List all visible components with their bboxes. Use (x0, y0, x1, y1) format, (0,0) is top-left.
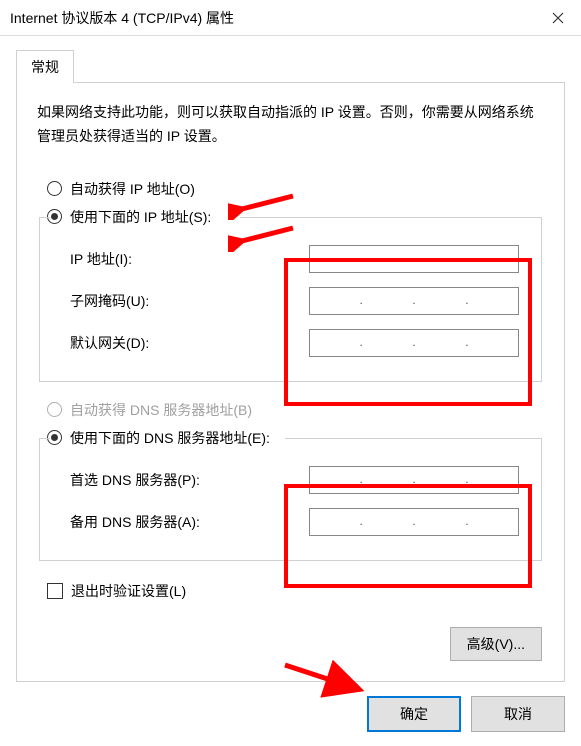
tab-container: 常规 如果网络支持此功能，则可以获取自动指派的 IP 设置。否则，你需要从网络系… (16, 50, 565, 682)
field-label: 默认网关(D): (70, 333, 309, 353)
button-bar: 确定 取消 (0, 682, 581, 746)
ip-fieldset: IP 地址(I): . . . 子网掩码(U): . . (39, 217, 542, 382)
field-label: 子网掩码(U): (70, 291, 309, 311)
window-title: Internet 协议版本 4 (TCP/IPv4) 属性 (10, 8, 234, 28)
field-subnet-mask: 子网掩码(U): . . . (40, 283, 541, 319)
alternate-dns-input[interactable]: . . . (309, 508, 519, 536)
tab-panel-general: 如果网络支持此功能，则可以获取自动指派的 IP 设置。否则，你需要从网络系统管理… (16, 82, 565, 682)
field-label: 备用 DNS 服务器(A): (70, 512, 309, 532)
preferred-dns-input[interactable]: . . . (309, 466, 519, 494)
radio-ip-auto[interactable]: 自动获得 IP 地址(O) (47, 179, 544, 199)
checkbox-icon (47, 583, 63, 599)
advanced-button[interactable]: 高级(V)... (450, 627, 542, 661)
ip-address-input[interactable]: . . . (309, 245, 519, 273)
dns-fieldset: 首选 DNS 服务器(P): . . . 备用 DNS 服务器(A): . . (39, 438, 542, 561)
field-alternate-dns: 备用 DNS 服务器(A): . . . (40, 504, 541, 540)
dns-group: 自动获得 DNS 服务器地址(B) 使用下面的 DNS 服务器地址(E): 首选… (37, 400, 544, 561)
radio-icon (47, 181, 62, 196)
subnet-mask-input[interactable]: . . . (309, 287, 519, 315)
close-icon (552, 12, 564, 24)
radio-dns-auto: 自动获得 DNS 服务器地址(B) (47, 400, 544, 420)
content-area: 常规 如果网络支持此功能，则可以获取自动指派的 IP 设置。否则，你需要从网络系… (0, 36, 581, 682)
radio-label: 自动获得 DNS 服务器地址(B) (70, 400, 252, 420)
radio-icon (47, 402, 62, 417)
ok-button[interactable]: 确定 (367, 696, 461, 732)
ip-group: 自动获得 IP 地址(O) 使用下面的 IP 地址(S): IP 地址(I): … (37, 179, 544, 382)
checkbox-label: 退出时验证设置(L) (71, 581, 186, 601)
close-button[interactable] (535, 0, 581, 36)
field-label: IP 地址(I): (70, 249, 309, 269)
default-gateway-input[interactable]: . . . (309, 329, 519, 357)
radio-label: 自动获得 IP 地址(O) (70, 179, 195, 199)
field-preferred-dns: 首选 DNS 服务器(P): . . . (40, 462, 541, 498)
cancel-button[interactable]: 取消 (471, 696, 565, 732)
field-ip-address: IP 地址(I): . . . (40, 241, 541, 277)
validate-on-exit-checkbox[interactable]: 退出时验证设置(L) (47, 581, 544, 601)
tab-strip: 常规 (16, 50, 565, 82)
field-default-gateway: 默认网关(D): . . . (40, 325, 541, 361)
intro-text: 如果网络支持此功能，则可以获取自动指派的 IP 设置。否则，你需要从网络系统管理… (37, 101, 544, 149)
field-label: 首选 DNS 服务器(P): (70, 470, 309, 490)
tab-general[interactable]: 常规 (16, 50, 74, 83)
titlebar: Internet 协议版本 4 (TCP/IPv4) 属性 (0, 0, 581, 36)
